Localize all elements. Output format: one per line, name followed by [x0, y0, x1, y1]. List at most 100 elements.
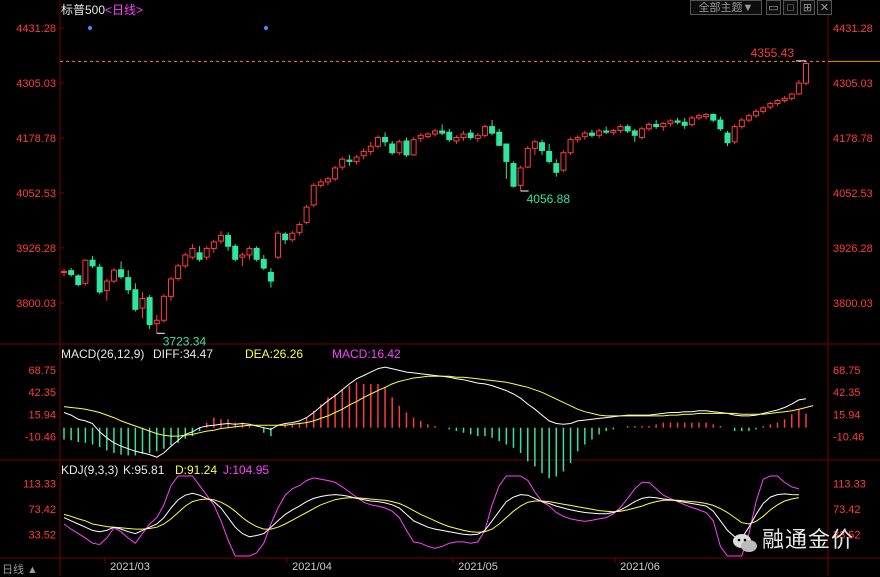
candle-body-92 [717, 119, 724, 130]
candle-body-104 [803, 63, 809, 84]
candle-body-50 [417, 134, 424, 139]
x-label-0: 2021/03 [110, 561, 150, 573]
candle-body-3 [82, 259, 89, 284]
candle-body-34 [303, 206, 310, 223]
kdj-title: KDJ(9,3,3) [61, 463, 118, 477]
candle-body-69 [553, 163, 560, 173]
candle-body-19 [196, 252, 203, 260]
candle-body-37 [324, 178, 331, 183]
period-link[interactable]: <日线> [105, 3, 143, 17]
macd-tick-right-0: 68.75 [833, 365, 861, 377]
macd-tick-right-1: 42.35 [833, 387, 861, 399]
candle-body-52 [432, 130, 438, 135]
minimize-icon[interactable]: □ [783, 0, 798, 15]
candle-body-8 [118, 269, 125, 278]
candle-body-47 [396, 141, 403, 154]
kdj-tick-left-0: 113.33 [23, 478, 56, 490]
candle-body-75 [596, 130, 603, 136]
candle-body-65 [524, 147, 531, 168]
candle-body-68 [546, 150, 553, 162]
candle-body-87 [681, 121, 688, 126]
macd-tick-left-2: 15.94 [28, 409, 56, 421]
candle-body-13 [153, 319, 160, 325]
candle-body-101 [781, 97, 788, 102]
candle-body-24 [232, 245, 239, 260]
candle-body-5 [96, 266, 103, 293]
x-label-1: 2021/04 [292, 561, 332, 573]
candle-body-70 [560, 152, 567, 171]
candle-body-41 [353, 156, 360, 162]
candle-body-55 [453, 136, 460, 142]
event-marker-1 [264, 26, 268, 30]
restore-icon[interactable]: ▭ [766, 0, 781, 15]
theme-dropdown[interactable]: 全部主题▼ [690, 0, 762, 15]
mid-low-label: 4056.88 [527, 192, 571, 206]
candle-body-26 [246, 247, 253, 256]
candle-body-43 [367, 145, 374, 152]
candle-body-33 [296, 224, 303, 233]
candle-body-61 [496, 131, 503, 146]
candle-body-9 [125, 277, 132, 291]
price-tick-left-3: 4052.53 [16, 188, 56, 200]
candle-body-42 [360, 150, 367, 157]
candle-body-88 [688, 117, 695, 125]
price-tick-right-4: 3926.28 [833, 243, 873, 255]
candle-body-53 [439, 130, 446, 134]
candle-body-66 [531, 141, 538, 149]
kdj-legend-j: J:104.95 [223, 463, 269, 477]
candle-body-23 [225, 234, 232, 247]
candle-body-85 [667, 120, 674, 125]
close-icon[interactable]: ✕ [817, 0, 832, 15]
candle-body-46 [389, 143, 396, 154]
candle-body-102 [788, 93, 795, 99]
candle-body-10 [132, 289, 139, 310]
candle-body-40 [346, 159, 353, 162]
macd-tick-right-3: -10.46 [833, 431, 864, 443]
price-tick-right-1: 4305.03 [833, 78, 873, 90]
candle-body-14 [160, 295, 167, 321]
candle-body-86 [674, 120, 681, 123]
candle-body-64 [517, 167, 524, 186]
candle-body-89 [695, 115, 702, 119]
candle-body-32 [289, 232, 296, 241]
candle-body-79 [624, 126, 631, 132]
price-tick-left-4: 3926.28 [16, 243, 56, 255]
kdj-tick-right-0: 113.33 [833, 478, 866, 490]
candle-body-28 [260, 258, 267, 269]
candle-body-84 [660, 123, 667, 128]
candle-body-2 [75, 275, 82, 286]
macd-tick-left-0: 68.75 [28, 365, 56, 377]
x-label-3: 2021/06 [620, 561, 660, 573]
candle-body-63 [510, 163, 517, 187]
price-tick-left-0: 4431.28 [16, 23, 56, 35]
candle-body-11 [139, 297, 146, 309]
candle-body-67 [539, 142, 546, 152]
candle-body-78 [617, 126, 624, 132]
candle-body-90 [703, 113, 710, 118]
watermark-text: 融通金价 [761, 528, 854, 553]
price-tick-left-2: 4178.78 [16, 133, 56, 145]
candle-body-29 [267, 271, 274, 282]
macd-title: MACD(26,12,9) [61, 347, 144, 361]
candle-body-71 [567, 139, 574, 154]
maximize-icon[interactable]: ⊞ [800, 0, 815, 15]
candle-body-83 [653, 123, 660, 128]
candle-body-100 [774, 100, 781, 105]
x-label-2: 2021/05 [458, 561, 498, 573]
high-label: 4355.43 [751, 46, 795, 60]
index-title: 标普500 [61, 3, 106, 17]
candle-body-15 [168, 278, 175, 297]
candle-body-103 [795, 82, 802, 95]
candle-body-0 [61, 271, 67, 274]
candle-body-1 [68, 270, 75, 276]
candle-body-72 [574, 136, 581, 141]
period-switch[interactable]: 日线 ▲ [2, 561, 38, 577]
candle-body-38 [332, 167, 339, 180]
candle-body-62 [503, 143, 510, 162]
candle-body-73 [581, 132, 588, 138]
candle-body-6 [103, 280, 110, 292]
candle-body-95 [738, 119, 745, 128]
chart-canvas[interactable]: 4431.28 4431.28 4305.03 4305.03 4178.78 4178.… [0, 0, 880, 576]
candle-body-36 [317, 181, 324, 186]
candle-body-60 [489, 126, 496, 134]
